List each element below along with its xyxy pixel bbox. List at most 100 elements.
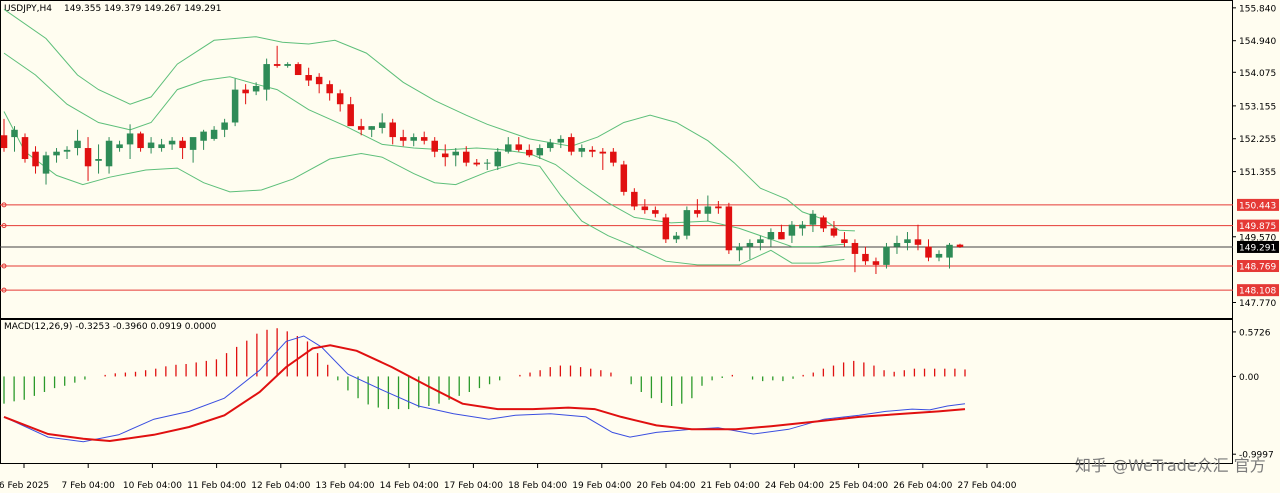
time-tick-label: 18 Feb 04:00	[508, 481, 567, 491]
macd-tick-label: 0.5726	[1239, 328, 1271, 338]
candle-body	[641, 206, 649, 211]
ohlc-readout: 149.355 149.379 149.267 149.291	[64, 4, 221, 14]
candle-body	[599, 151, 607, 154]
price-tick-label: 152.255	[1239, 135, 1276, 145]
candle-body	[105, 140, 113, 167]
candle-body	[505, 144, 512, 152]
candle-body	[715, 206, 722, 209]
time-tick-label: 12 Feb 04:00	[251, 481, 310, 491]
candle-body	[725, 206, 733, 251]
chart-root: USDJPY,H4 149.355 149.379 149.267 149.29…	[0, 0, 1280, 493]
candle-body	[704, 206, 712, 214]
price-tick-label: 147.770	[1239, 299, 1276, 309]
candle-body	[347, 104, 354, 127]
time-tick-label: 6 Feb 2025	[0, 481, 49, 491]
candle-body	[431, 140, 438, 152]
candle-body	[883, 246, 890, 265]
candle-body	[179, 140, 186, 149]
candle-body	[788, 224, 796, 236]
candle-body	[652, 210, 659, 214]
time-tick-label: 24 Feb 04:00	[765, 481, 824, 491]
candle-body	[84, 148, 92, 167]
candle-body	[757, 239, 764, 243]
candle-body	[95, 159, 102, 161]
time-tick-label: 11 Feb 04:00	[187, 481, 246, 491]
candle-body	[935, 253, 943, 258]
candle-body	[946, 244, 953, 258]
time-tick-label: 13 Feb 04:00	[315, 481, 374, 491]
trading-chart[interactable]: USDJPY,H4 149.355 149.379 149.267 149.29…	[0, 0, 1280, 493]
candle-body	[862, 253, 869, 262]
candle-body	[956, 244, 964, 247]
candle-body	[147, 142, 155, 149]
time-tick-label: 20 Feb 04:00	[636, 481, 695, 491]
candle-body	[126, 133, 134, 145]
candle-body	[820, 217, 827, 229]
candle-body	[673, 235, 680, 240]
candle-body	[273, 64, 281, 66]
candle-body	[210, 129, 218, 139]
candle-body	[557, 138, 565, 143]
candle-body	[242, 89, 249, 94]
candle-body	[851, 242, 859, 254]
candle-body	[483, 162, 491, 164]
candle-body	[568, 137, 575, 152]
price-tick-label: 153.155	[1239, 102, 1276, 112]
price-tick-label: 154.940	[1239, 37, 1276, 47]
candle-body	[925, 246, 932, 258]
time-tick-label: 26 Feb 04:00	[893, 481, 952, 491]
candle-body	[494, 151, 502, 167]
time-tick-label: 17 Feb 04:00	[444, 481, 503, 491]
candle-body	[914, 239, 922, 245]
candle-body	[368, 126, 375, 130]
level-label: 150.443	[1239, 201, 1276, 211]
candle-body	[830, 228, 838, 236]
candle-body	[799, 224, 806, 229]
candle-body	[410, 137, 417, 141]
candle-body	[631, 191, 638, 207]
candle-body	[473, 162, 481, 165]
candle-body	[778, 232, 785, 240]
candle-body	[809, 213, 817, 225]
candle-body	[694, 210, 701, 214]
candle-body	[11, 129, 18, 138]
price-tick-label: 154.075	[1239, 69, 1276, 79]
candle-body	[610, 151, 617, 163]
price-tick-label: 149.570	[1239, 233, 1276, 243]
price-tick-label: 155.840	[1239, 4, 1276, 14]
candle-body	[515, 144, 523, 150]
candle-body	[137, 133, 144, 149]
candle-body	[841, 239, 848, 243]
candle-body	[32, 151, 39, 167]
macd-readout: MACD(12,26,9) -0.3253 -0.3960 0.0919 0.0…	[4, 322, 217, 332]
candle-body	[589, 149, 596, 152]
candle-body	[452, 151, 459, 156]
candle-body	[116, 144, 123, 149]
time-tick-label: 25 Feb 04:00	[829, 481, 888, 491]
candle-body	[315, 76, 323, 85]
candle-body	[578, 148, 586, 152]
candle-body	[767, 232, 775, 240]
candle-body	[746, 242, 754, 247]
candle-body	[736, 246, 743, 251]
time-tick-label: 19 Feb 04:00	[572, 481, 631, 491]
candle-body	[252, 85, 260, 92]
time-tick-label: 27 Feb 04:00	[957, 481, 1016, 491]
time-tick-label: 14 Feb 04:00	[380, 481, 439, 491]
candle-body	[536, 148, 544, 156]
candle-body	[872, 261, 880, 265]
level-label: 148.769	[1239, 263, 1276, 273]
candle-body	[221, 122, 228, 130]
candle-body	[158, 144, 165, 149]
price-tick-label: 151.355	[1239, 168, 1276, 178]
candle-body	[231, 89, 239, 123]
candle-body	[21, 137, 29, 159]
candle-body	[399, 137, 407, 141]
time-tick-label: 10 Feb 04:00	[123, 481, 182, 491]
time-tick-label: 7 Feb 04:00	[62, 481, 116, 491]
candle-body	[662, 217, 670, 240]
candle-body	[420, 137, 428, 141]
candle-body	[893, 242, 901, 247]
candle-body	[284, 64, 291, 66]
time-tick-label: 21 Feb 04:00	[701, 481, 760, 491]
